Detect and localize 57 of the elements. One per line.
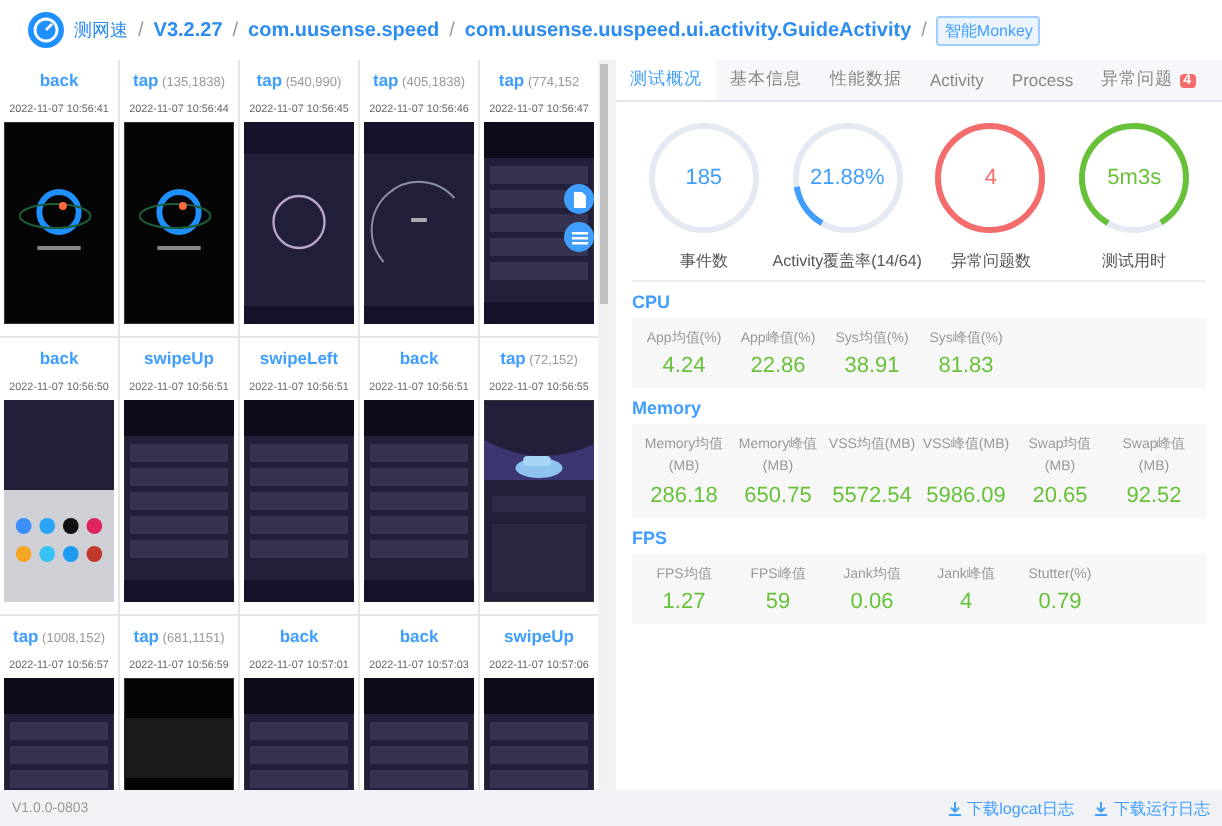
metric-value: 4.24 (662, 354, 706, 379)
metric-value: 5986.09 (926, 483, 1006, 508)
list-icon (571, 229, 587, 245)
download-icon (947, 801, 962, 815)
metric-value: 59 (765, 589, 791, 614)
progress-ring (1074, 118, 1195, 238)
speedometer-logo-icon (28, 12, 64, 48)
tab[interactable]: 性能数据 (816, 60, 916, 100)
section-title: CPU (632, 292, 673, 312)
section-title: Memory (632, 398, 704, 419)
metric-value: 650.75 (744, 483, 812, 508)
breadcrumb-link[interactable]: 测网速 (74, 17, 128, 43)
breadcrumb-separator: / (921, 19, 927, 41)
metric-value: 286.18 (650, 483, 718, 508)
step-action: back (399, 626, 439, 650)
metric-value: 1.27 (662, 589, 706, 614)
gauge-value: 4 (984, 166, 997, 190)
metric-value: 0.06 (850, 589, 894, 614)
step-action: swipeUp (144, 348, 214, 372)
metric-value: 20.65 (1032, 483, 1088, 508)
breadcrumb-separator: / (232, 19, 239, 41)
section-title: FPS (632, 527, 670, 548)
progress-ring (643, 118, 764, 238)
step-action: back (39, 70, 79, 94)
metric-value: 92.52 (1126, 483, 1182, 508)
gauge-label: 异常问题数 (950, 250, 1031, 272)
breadcrumb-link[interactable]: com.uusense.speed (248, 19, 440, 41)
metric-value: 22.86 (750, 354, 806, 379)
breadcrumb-link[interactable]: V3.2.27 (153, 19, 223, 41)
gauge-value: 21.88% (809, 166, 885, 190)
gauge-label: 测试用时 (1102, 250, 1167, 272)
metric-value: 38.91 (844, 354, 900, 379)
breadcrumb-separator: / (138, 19, 144, 41)
step-action: swipeUp (504, 626, 574, 650)
document-icon (571, 191, 587, 207)
gauge-value: 5m3s (1107, 166, 1162, 190)
step-action: back (279, 626, 319, 650)
step-action: back (39, 348, 79, 372)
metric-value: 4 (959, 589, 973, 614)
gauge-value: 185 (685, 166, 723, 190)
step-action: back (399, 348, 439, 372)
step-action: swipeLeft (259, 348, 339, 372)
tab[interactable]: Process (997, 60, 1088, 100)
tab[interactable]: 基本信息 (716, 60, 816, 100)
metric-value: 0.79 (1038, 589, 1082, 614)
tab[interactable]: Activity (916, 60, 998, 100)
breadcrumb-link[interactable]: com.uusense.uuspeed.ui.activity.GuideActivity (464, 19, 912, 41)
progress-ring (930, 118, 1051, 238)
download-icon (1094, 801, 1108, 815)
metric-value: 5572.54 (832, 483, 912, 508)
breadcrumb-separator: / (449, 19, 455, 41)
progress-ring (787, 118, 908, 238)
gauge-label: Activity覆盖率(14/64) (772, 250, 922, 272)
mode-tag: 智能Monkey (936, 15, 1041, 45)
gauge-label: 事件数 (679, 250, 728, 272)
metric-value: 81.83 (938, 354, 994, 379)
scrollbar[interactable] (598, 60, 610, 790)
